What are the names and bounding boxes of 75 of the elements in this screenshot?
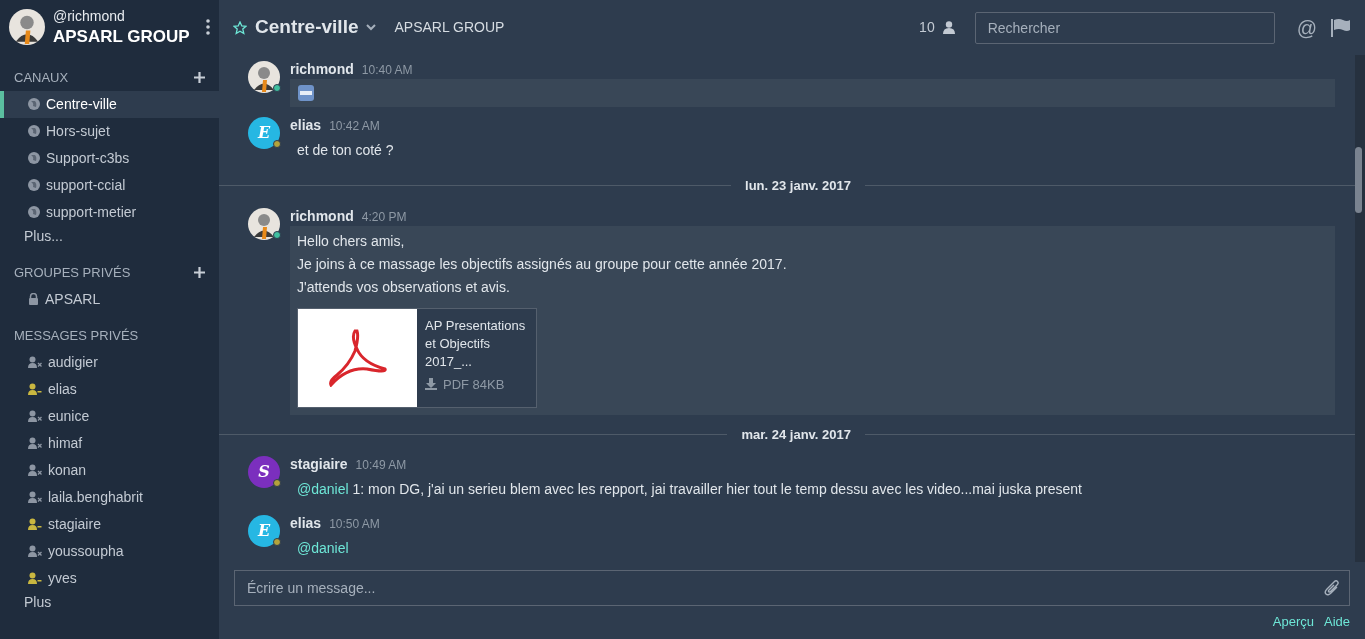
download-icon[interactable] [425,378,437,391]
file-name[interactable]: AP Presentations et Objectifs 2017_... [425,316,528,371]
message-time: 4:20 PM [361,208,407,226]
message-text: et de ton coté ? [297,141,395,160]
file-size: PDF 84KB [443,375,505,394]
globe-icon [28,179,40,192]
scrollbar-thumb[interactable] [1355,147,1362,213]
letter-avatar: S [248,456,280,488]
author-name[interactable]: elias [290,115,322,136]
sidebar-item[interactable]: support-ccial [0,171,219,199]
sidebar-item[interactable]: yves [0,564,219,592]
sidebar-item[interactable]: audigier [0,348,219,376]
sidebar-item[interactable]: himaf [0,429,219,457]
globe-icon [28,206,40,219]
message-text: @daniel 1: mon DG, j'ai un serieu blem avec les repport, jai travailler hier tout le temp dessu avec les video...mai juska present [297,480,1083,499]
sidebar-item[interactable]: support-metier [0,198,219,226]
member-count[interactable]: 10 [919,17,935,38]
sidebar-item[interactable]: elias [0,375,219,403]
mention-link[interactable]: @daniel [297,538,1328,559]
section-title: GROUPES PRIVÉS [14,264,131,282]
footer-link[interactable]: Aperçu [1272,611,1314,631]
paperclip-icon[interactable] [1324,578,1340,597]
team-name: APSARL GROUP [53,25,191,47]
sidebar-item[interactable]: konan [0,456,219,484]
globe-icon [28,152,40,165]
sidebar-item[interactable]: Hors-sujet [0,117,219,145]
message-text: Hello chers amis, [297,231,406,251]
flag-icon[interactable] [1331,18,1351,37]
date-separator: mar. 24 janv. 2017 [740,425,852,444]
author-name[interactable]: richmond [290,59,354,80]
message-text: J'attends vos observations et avis. [297,277,511,297]
username: @richmond [53,8,126,26]
mention-link[interactable]: @daniel [297,481,353,497]
author-name[interactable]: richmond [290,205,354,227]
avatar-icon [248,207,280,240]
date-separator: lun. 23 janv. 2017 [744,177,852,195]
message-time: 10:42 AM [329,118,380,135]
author-name[interactable]: stagiaire [290,454,348,475]
more-link[interactable]: Plus [0,591,219,616]
more-menu-icon[interactable] [206,19,210,36]
chevron-down-icon[interactable] [366,24,377,31]
footer-link[interactable]: Aide [1323,611,1350,631]
message-input[interactable]: Écrire un message... [234,569,1350,606]
star-icon[interactable] [233,20,247,35]
channel-title[interactable]: Centre-ville [255,13,359,42]
message-time: 10:50 AM [329,516,380,533]
sidebar-item[interactable]: Support-c3bs [0,144,219,172]
sidebar-item[interactable]: stagiaire [0,510,219,538]
author-name[interactable]: elias [290,513,322,534]
section-title: MESSAGES PRIVÉS [14,327,139,345]
sidebar-item[interactable]: laila.benghabrit [0,483,219,511]
more-link[interactable]: Plus... [0,225,219,250]
message-text: Je joins à ce massage les objectifs assignés au groupe pour cette année 2017. [297,254,788,274]
avatar-icon [9,9,45,46]
user-icon[interactable] [942,21,955,34]
channel-team: APSARL GROUP [394,18,505,37]
section-title: CANAUX [14,69,69,87]
search-field[interactable]: Rechercher [974,11,1275,44]
sidebar-item[interactable]: eunice [0,402,219,430]
add-icon[interactable] [194,72,205,84]
letter-avatar: E [248,117,280,149]
sidebar-item[interactable]: APSARL [0,285,219,313]
file-attachment[interactable]: AP Presentations et Objectifs 2017_... PDF 84KB [297,307,537,408]
message-time: 10:49 AM [355,457,407,474]
pdf-icon [326,328,389,387]
globe-icon [28,98,40,111]
letter-avatar: E [248,515,280,547]
avatar-icon [248,61,280,93]
globe-icon [28,125,40,138]
sidebar-item[interactable]: youssoupha [0,537,219,565]
add-icon[interactable] [194,267,205,279]
sidebar-item[interactable]: Centre-ville [0,90,219,118]
lock-icon [28,293,39,306]
message-time: 10:40 AM [361,62,413,79]
mentions-button[interactable]: @ [1296,12,1317,43]
